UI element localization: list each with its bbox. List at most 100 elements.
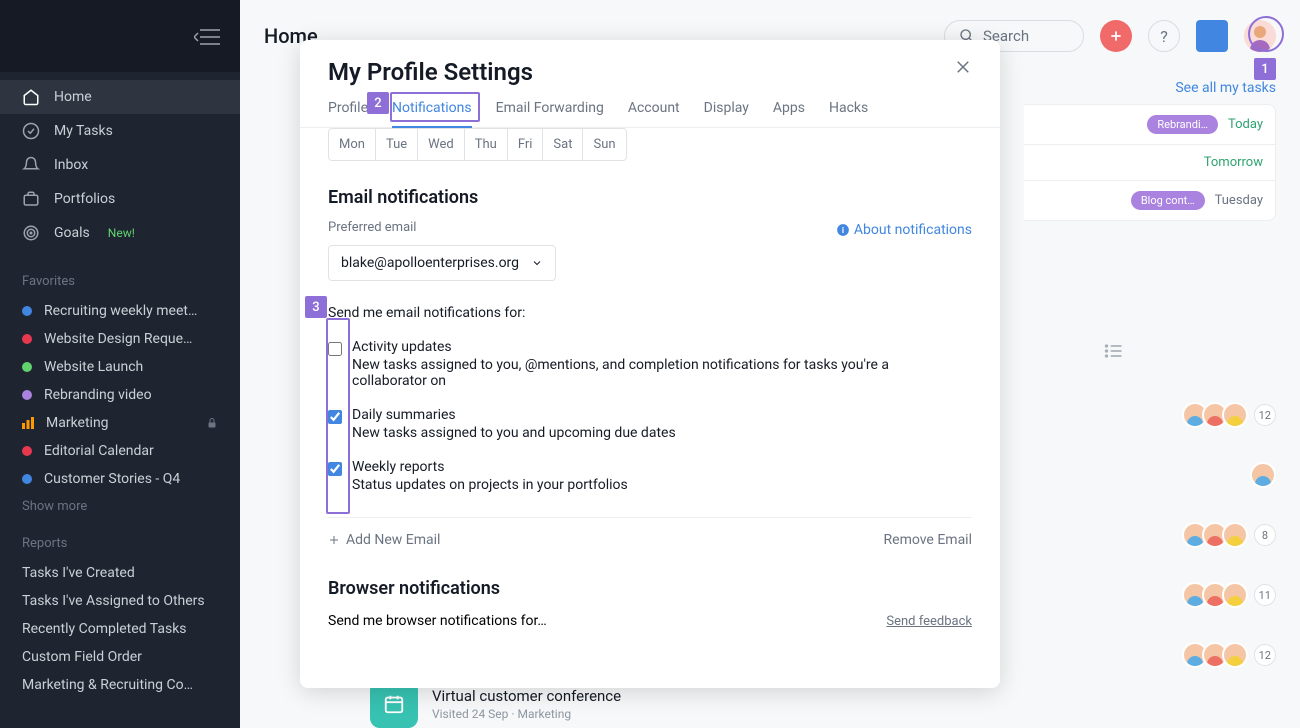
calendar-icon bbox=[383, 693, 405, 715]
project-row[interactable]: 11 bbox=[1024, 565, 1276, 625]
add-button[interactable] bbox=[1100, 20, 1132, 52]
nav-inbox[interactable]: Inbox bbox=[0, 148, 240, 182]
report-item[interactable]: Tasks I've Assigned to Others bbox=[0, 587, 240, 615]
nav-portfolios[interactable]: Portfolios bbox=[0, 182, 240, 216]
email-select[interactable]: blake@apolloenterprises.org bbox=[328, 245, 556, 281]
tab-notifications[interactable]: Notifications bbox=[392, 100, 472, 128]
help-button[interactable]: ? bbox=[1148, 20, 1180, 52]
reports-header: Reports bbox=[0, 520, 240, 559]
color-dot bbox=[22, 446, 32, 456]
member-count: 8 bbox=[1254, 524, 1276, 546]
project-row[interactable]: 12 bbox=[1024, 385, 1276, 445]
day-sat[interactable]: Sat bbox=[543, 129, 583, 160]
nav-home[interactable]: Home bbox=[0, 80, 240, 114]
task-date: Tomorrow bbox=[1204, 155, 1263, 170]
chevron-down-icon bbox=[531, 257, 543, 269]
day-sun[interactable]: Sun bbox=[583, 129, 625, 160]
menu-toggle-icon[interactable] bbox=[194, 27, 218, 45]
favorite-item[interactable]: Customer Stories - Q4 bbox=[0, 465, 240, 493]
target-icon bbox=[22, 224, 40, 242]
add-email-button[interactable]: Add New Email bbox=[328, 532, 440, 548]
project-sub: Visited 24 Sep · Marketing bbox=[432, 707, 621, 721]
lock-icon bbox=[206, 417, 218, 429]
home-icon bbox=[22, 88, 40, 106]
day-tue[interactable]: Tue bbox=[376, 129, 418, 160]
see-all-tasks-link[interactable]: See all my tasks bbox=[1175, 80, 1276, 96]
avatar bbox=[1250, 462, 1276, 488]
task-row[interactable]: Blog cont…Tuesday bbox=[1024, 181, 1276, 221]
tab-display[interactable]: Display bbox=[704, 100, 749, 127]
callout-2: 2 bbox=[367, 92, 389, 114]
bars-icon bbox=[22, 417, 34, 429]
nav-my-tasks[interactable]: My Tasks bbox=[0, 114, 240, 148]
day-wed[interactable]: Wed bbox=[418, 129, 465, 160]
callout-3: 3 bbox=[305, 296, 327, 318]
remove-email-button[interactable]: Remove Email bbox=[884, 532, 972, 548]
email-value: blake@apolloenterprises.org bbox=[341, 255, 519, 271]
check-label: Activity updates bbox=[352, 339, 932, 355]
checkbox[interactable] bbox=[328, 410, 342, 424]
avatar bbox=[1222, 402, 1248, 428]
color-dot bbox=[22, 362, 32, 372]
divider bbox=[328, 517, 972, 518]
task-date: Today bbox=[1228, 117, 1263, 132]
project-row[interactable] bbox=[1024, 445, 1276, 505]
check-icon bbox=[22, 122, 40, 140]
reports-list: Tasks I've CreatedTasks I've Assigned to… bbox=[0, 559, 240, 699]
task-rows: Rebrandi… Today Tomorrow Blog cont…Tuesday bbox=[1024, 104, 1276, 221]
preferred-email-label: Preferred email bbox=[328, 220, 556, 235]
about-notifications-link[interactable]: i About notifications bbox=[836, 222, 972, 238]
day-mon[interactable]: Mon bbox=[329, 129, 376, 160]
favorite-item[interactable]: Recruiting weekly meet… bbox=[0, 297, 240, 325]
report-item[interactable]: Custom Field Order bbox=[0, 643, 240, 671]
day-selector: MonTueWedThuFriSatSun bbox=[328, 128, 627, 161]
send-feedback-link[interactable]: Send feedback bbox=[886, 614, 972, 629]
email-section-title: Email notifications bbox=[328, 187, 972, 208]
list-view-icon[interactable] bbox=[1104, 341, 1128, 365]
favorite-item[interactable]: Marketing bbox=[0, 409, 240, 437]
svg-text:i: i bbox=[842, 225, 844, 235]
modal-close-button[interactable] bbox=[954, 58, 978, 82]
checkbox[interactable] bbox=[328, 462, 342, 476]
report-item[interactable]: Recently Completed Tasks bbox=[0, 615, 240, 643]
favorite-item[interactable]: Rebranding video bbox=[0, 381, 240, 409]
tab-profile[interactable]: Profile bbox=[328, 100, 368, 127]
tab-account[interactable]: Account bbox=[628, 100, 680, 127]
task-row[interactable]: Rebrandi… Today bbox=[1024, 104, 1276, 145]
avatar bbox=[1222, 582, 1248, 608]
plus-icon bbox=[1109, 29, 1123, 43]
app-switcher[interactable] bbox=[1196, 20, 1228, 52]
report-item[interactable]: Marketing & Recruiting Co… bbox=[0, 671, 240, 699]
check-desc: New tasks assigned to you and upcoming d… bbox=[352, 425, 676, 441]
project-row[interactable]: 12 bbox=[1024, 625, 1276, 685]
nav-goals[interactable]: GoalsNew! bbox=[0, 216, 240, 250]
favorite-item[interactable]: Website Launch bbox=[0, 353, 240, 381]
project-info[interactable]: Virtual customer conference Visited 24 S… bbox=[432, 687, 621, 721]
task-pill: Rebrandi… bbox=[1147, 115, 1218, 134]
color-dot bbox=[22, 390, 32, 400]
notif-intro: Send me email notifications for: bbox=[328, 305, 972, 321]
favorite-item[interactable]: Editorial Calendar bbox=[0, 437, 240, 465]
task-pill: Blog cont… bbox=[1131, 191, 1205, 210]
favorite-item[interactable]: Website Design Reque… bbox=[0, 325, 240, 353]
day-thu[interactable]: Thu bbox=[465, 129, 508, 160]
notification-checks: Activity updates New tasks assigned to yo… bbox=[328, 339, 972, 493]
report-item[interactable]: Tasks I've Created bbox=[0, 559, 240, 587]
browser-intro: Send me browser notifications for… bbox=[328, 613, 547, 629]
user-avatar[interactable] bbox=[1244, 20, 1276, 52]
day-fri[interactable]: Fri bbox=[508, 129, 544, 160]
tab-hacks[interactable]: Hacks bbox=[829, 100, 868, 127]
briefcase-icon bbox=[22, 190, 40, 208]
task-row[interactable]: Tomorrow bbox=[1024, 145, 1276, 181]
member-count: 11 bbox=[1254, 584, 1276, 606]
show-more[interactable]: Show more bbox=[0, 493, 240, 520]
tab-email-forwarding[interactable]: Email Forwarding bbox=[496, 100, 604, 127]
modal-tabs: Profile Notifications Email Forwarding Acco… bbox=[300, 86, 1000, 128]
project-row[interactable]: 8 bbox=[1024, 505, 1276, 565]
tab-apps[interactable]: Apps bbox=[773, 100, 805, 127]
checkbox[interactable] bbox=[328, 342, 342, 356]
color-dot bbox=[22, 306, 32, 316]
sidebar-top bbox=[0, 0, 240, 72]
close-icon bbox=[954, 58, 972, 76]
sidebar: HomeMy TasksInboxPortfoliosGoalsNew! Fav… bbox=[0, 0, 240, 728]
